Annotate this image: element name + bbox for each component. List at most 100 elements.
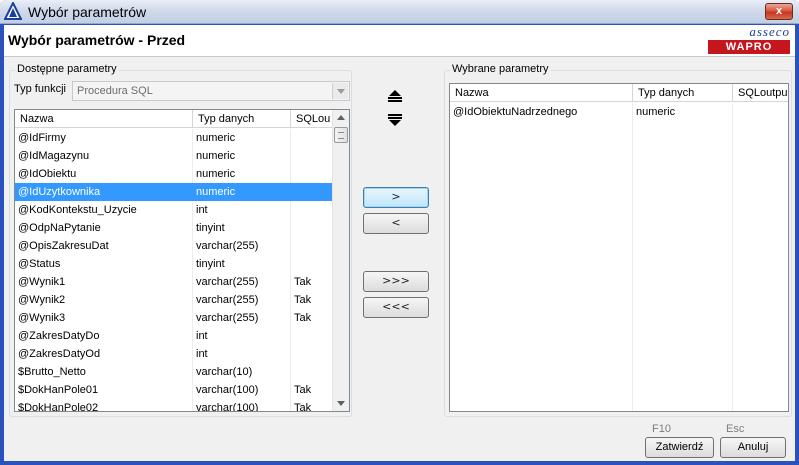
column-divider — [633, 103, 733, 411]
available-params-grid[interactable]: Nazwa Typ danych SQLou @IdFirmy numeric @I… — [14, 109, 350, 412]
cell-sql — [291, 147, 334, 165]
table-row[interactable]: @IdFirmy numeric — [15, 129, 334, 147]
app-logo-icon — [4, 2, 22, 20]
table-row[interactable]: $Brutto_Netto varchar(10) — [15, 363, 334, 381]
cell-type: tinyint — [193, 219, 291, 237]
logo-top-text: asseco — [749, 24, 790, 39]
add-all-button[interactable]: >>> — [363, 271, 429, 292]
cell-sql — [291, 327, 334, 345]
cell-type: int — [193, 345, 291, 363]
cell-sql — [291, 237, 334, 255]
table-row[interactable]: @Wynik3 varchar(255) Tak — [15, 309, 334, 327]
move-down-icon[interactable] — [386, 113, 404, 127]
cell-name: $DokHanPole02 — [15, 399, 193, 411]
table-row[interactable]: @OdpNaPytanie tinyint — [15, 219, 334, 237]
cell-type: varchar(255) — [193, 291, 291, 309]
cell-sql — [291, 345, 334, 363]
scroll-up-icon[interactable] — [333, 110, 349, 126]
scroll-thumb[interactable] — [334, 127, 348, 143]
table-row[interactable]: $DokHanPole01 varchar(100) Tak — [15, 381, 334, 399]
column-header-sql[interactable]: SQLoutpu — [733, 84, 788, 102]
cell-name: @Status — [15, 255, 193, 273]
cell-name: @OdpNaPytanie — [15, 219, 193, 237]
cell-name: @IdObiektu — [15, 165, 193, 183]
cell-sql — [291, 219, 334, 237]
cell-type: varchar(255) — [193, 273, 291, 291]
cell-name: @IdObiektuNadrzednego — [450, 103, 633, 121]
function-type-select[interactable]: Procedura SQL — [72, 81, 350, 101]
title-bar[interactable]: Wybór parametrów x — [0, 0, 799, 24]
table-row[interactable]: @KodKontekstu_Uzycie int — [15, 201, 334, 219]
selected-rows: @IdObiektuNadrzednego numeric — [450, 103, 788, 121]
cell-sql — [733, 103, 788, 121]
table-row[interactable]: $DokHanPole02 varchar(100) Tak — [15, 399, 334, 411]
cell-name: @Wynik2 — [15, 291, 193, 309]
cell-type: int — [193, 327, 291, 345]
table-row[interactable]: @Wynik2 varchar(255) Tak — [15, 291, 334, 309]
selected-params-grid[interactable]: Nazwa Typ danych SQLoutpu @IdObiektuNadr… — [449, 83, 789, 412]
close-button[interactable]: x — [765, 3, 793, 20]
available-params-label: Dostępne parametry — [15, 63, 119, 75]
cell-type: numeric — [193, 165, 291, 183]
table-row[interactable]: @IdObiektu numeric — [15, 165, 334, 183]
table-row[interactable]: @Status tinyint — [15, 255, 334, 273]
remove-all-button[interactable]: <<< — [363, 297, 429, 318]
move-up-icon[interactable] — [386, 89, 404, 103]
column-header-type[interactable]: Typ danych — [193, 110, 291, 128]
cell-type: varchar(100) — [193, 399, 291, 411]
header-band: Wybór parametrów - Przed asseco WAPRO — [4, 25, 795, 57]
cell-sql — [291, 183, 334, 201]
chevron-down-icon[interactable] — [332, 83, 348, 99]
table-row[interactable]: @ZakresDatyDo int — [15, 327, 334, 345]
cell-sql: Tak — [291, 273, 334, 291]
add-selected-button[interactable]: > — [363, 187, 429, 208]
dialog-window: Wybór parametrów x Wybór parametrów - Pr… — [0, 0, 799, 465]
cell-sql: Tak — [291, 399, 334, 411]
cell-name: @IdMagazynu — [15, 147, 193, 165]
cell-type: varchar(100) — [193, 381, 291, 399]
cell-sql — [291, 165, 334, 183]
cell-sql — [291, 363, 334, 381]
cell-name: $Brutto_Netto — [15, 363, 193, 381]
cell-name: @IdUzytkownika — [15, 183, 193, 201]
cell-name: @Wynik3 — [15, 309, 193, 327]
selected-grid-header: Nazwa Typ danych SQLoutpu — [450, 84, 788, 102]
column-header-type[interactable]: Typ danych — [633, 84, 733, 102]
scroll-down-icon[interactable] — [333, 395, 349, 411]
cell-type: varchar(255) — [193, 237, 291, 255]
column-header-name[interactable]: Nazwa — [15, 110, 193, 128]
logo-bottom-text: WAPRO — [708, 40, 790, 54]
available-rows: @IdFirmy numeric @IdMagazynu numeric @IdObie… — [15, 129, 334, 411]
cell-type: numeric — [193, 129, 291, 147]
cell-name: @KodKontekstu_Uzycie — [15, 201, 193, 219]
confirm-key-hint: F10 — [652, 423, 671, 435]
cell-sql: Tak — [291, 381, 334, 399]
confirm-button[interactable]: Zatwierdź — [645, 437, 714, 458]
table-row[interactable]: @ZakresDatyOd int — [15, 345, 334, 363]
window-title: Wybór parametrów — [28, 4, 147, 20]
remove-selected-button[interactable]: < — [363, 213, 429, 234]
table-row[interactable]: @IdMagazynu numeric — [15, 147, 334, 165]
page-title: Wybór parametrów - Przed — [8, 32, 186, 48]
function-type-value: Procedura SQL — [77, 85, 153, 97]
table-row[interactable]: @IdUzytkownika numeric — [15, 183, 334, 201]
table-row[interactable]: @OpisZakresuDat varchar(255) — [15, 237, 334, 255]
cell-type: tinyint — [193, 255, 291, 273]
cell-name: @ZakresDatyDo — [15, 327, 193, 345]
cell-sql: Tak — [291, 291, 334, 309]
cell-type: numeric — [193, 183, 291, 201]
cell-type: varchar(10) — [193, 363, 291, 381]
cell-sql — [291, 129, 334, 147]
table-row[interactable]: @Wynik1 varchar(255) Tak — [15, 273, 334, 291]
cancel-button[interactable]: Anuluj — [720, 437, 786, 458]
available-grid-header: Nazwa Typ danych SQLou — [15, 110, 334, 128]
column-header-name[interactable]: Nazwa — [450, 84, 633, 102]
cancel-key-hint: Esc — [726, 423, 745, 435]
table-row[interactable]: @IdObiektuNadrzednego numeric — [450, 103, 788, 121]
selected-params-label: Wybrane parametry — [450, 63, 551, 75]
cell-type: numeric — [633, 103, 733, 121]
column-header-sql[interactable]: SQLou — [291, 110, 334, 128]
vertical-scrollbar[interactable] — [332, 110, 349, 411]
cell-sql — [291, 255, 334, 273]
dialog-client: Wybór parametrów - Przed asseco WAPRO Do… — [4, 25, 795, 461]
